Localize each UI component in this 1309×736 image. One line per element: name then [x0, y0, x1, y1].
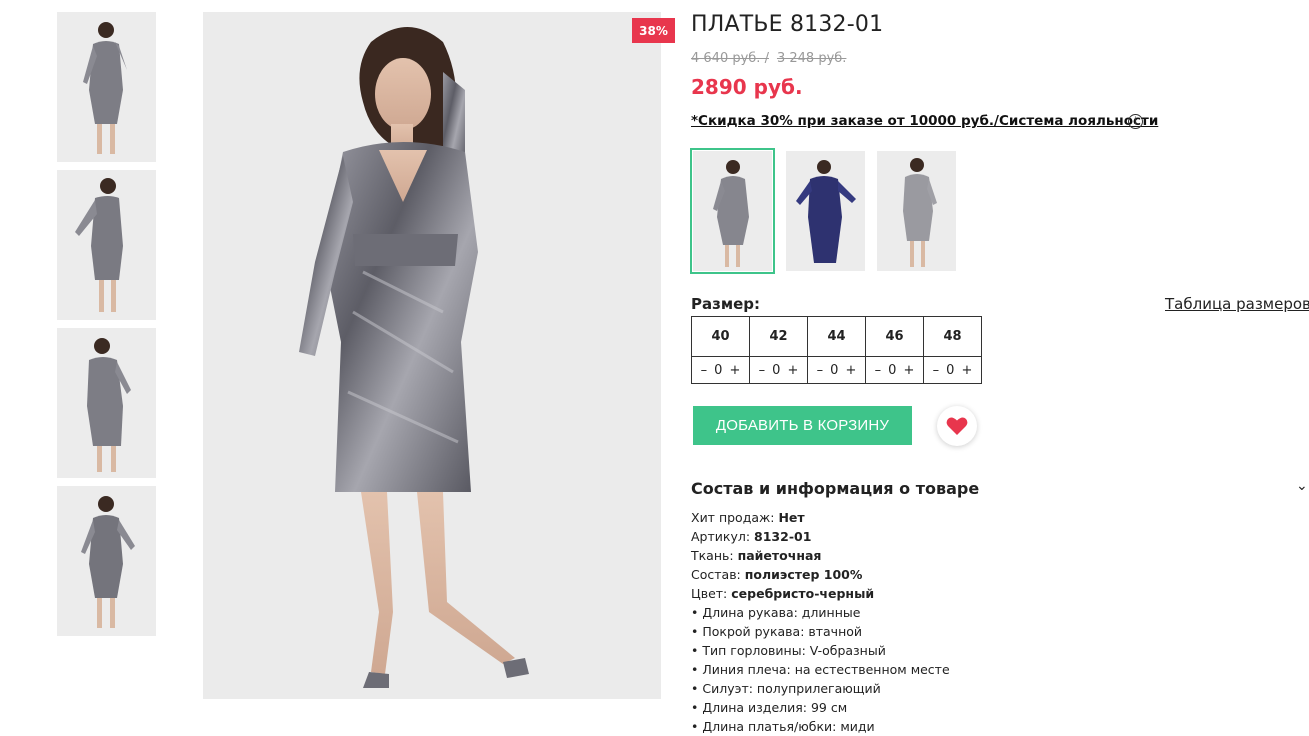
- attr-label: Артикул:: [691, 529, 751, 544]
- qty-stepper-40: –0 +: [691, 356, 750, 384]
- discount-badge: 38%: [632, 18, 675, 43]
- size-cell-46: 46: [865, 316, 924, 357]
- minus-button[interactable]: –: [759, 363, 766, 378]
- bullet-item: • Длина платья/юбки: миди: [691, 719, 875, 734]
- color-swatch-navy[interactable]: [786, 151, 865, 271]
- size-cell-44: 44: [807, 316, 866, 357]
- attr-value: серебристо-черный: [731, 586, 875, 601]
- plus-button[interactable]: +: [787, 363, 798, 378]
- thumbnail-1[interactable]: [57, 12, 156, 162]
- qty-value[interactable]: 0: [830, 363, 838, 378]
- main-product-photo[interactable]: [203, 12, 661, 699]
- plus-button[interactable]: +: [729, 363, 740, 378]
- qty-value[interactable]: 0: [888, 363, 896, 378]
- attr-row-composition: Состав: полиэстер 100%: [691, 565, 950, 584]
- size-cell-42: 42: [749, 316, 808, 357]
- add-to-cart-button[interactable]: ДОБАВИТЬ В КОРЗИНУ: [693, 406, 912, 445]
- favorite-button[interactable]: [937, 406, 977, 446]
- heart-icon: [946, 417, 968, 435]
- size-table-link[interactable]: Таблица размеров: [1165, 295, 1309, 313]
- old-prices: 4 640 руб. / 3 248 руб.: [691, 51, 854, 66]
- attr-value: 8132-01: [754, 529, 812, 544]
- thumbnail-3[interactable]: [57, 328, 156, 478]
- qty-stepper-48: –0 +: [923, 356, 982, 384]
- bullet-item: • Силуэт: полуприлегающий: [691, 681, 881, 696]
- info-icon[interactable]: i: [1128, 114, 1143, 129]
- qty-stepper-44: –0 +: [807, 356, 866, 384]
- old-price-2: 3 248 руб.: [776, 51, 847, 66]
- plus-button[interactable]: +: [903, 363, 914, 378]
- attr-value: полиэстер 100%: [744, 567, 863, 582]
- attr-label: Ткань:: [691, 548, 734, 563]
- chevron-down-icon[interactable]: ⌄: [1296, 478, 1308, 494]
- qty-stepper-42: –0 +: [749, 356, 808, 384]
- qty-value[interactable]: 0: [772, 363, 780, 378]
- current-price: 2890 руб.: [691, 75, 803, 99]
- qty-value[interactable]: 0: [714, 363, 722, 378]
- attr-label: Цвет:: [691, 586, 728, 601]
- bullet-item: • Длина рукава: длинные: [691, 605, 861, 620]
- thumbnail-4[interactable]: [57, 486, 156, 636]
- size-cell-40: 40: [691, 316, 750, 357]
- attr-row-article: Артикул: 8132-01: [691, 527, 950, 546]
- color-swatch-grey[interactable]: [877, 151, 956, 271]
- size-table: 40 42 44 46 48 –0 + –0 + –0 + –0 + –0 +: [691, 316, 982, 384]
- bullet-item: • Линия плеча: на естественном месте: [691, 662, 950, 677]
- product-title: ПЛАТЬЕ 8132-01: [691, 12, 884, 37]
- color-swatch-silver[interactable]: [690, 148, 775, 274]
- attr-label: Хит продаж:: [691, 510, 775, 525]
- minus-button[interactable]: –: [817, 363, 824, 378]
- details-section-title[interactable]: Состав и информация о товаре: [691, 479, 979, 498]
- bullet-item: • Длина изделия: 99 см: [691, 700, 848, 715]
- loyalty-discount-link[interactable]: *Скидка 30% при заказе от 10000 руб./Сис…: [691, 113, 1158, 129]
- qty-stepper-46: –0 +: [865, 356, 924, 384]
- attr-value: пайеточная: [737, 548, 822, 563]
- plus-button[interactable]: +: [845, 363, 856, 378]
- thumbnail-2[interactable]: [57, 170, 156, 320]
- size-cell-48: 48: [923, 316, 982, 357]
- attr-row-hit: Хит продаж: Нет: [691, 508, 950, 527]
- bullet-item: • Тип горловины: V-образный: [691, 643, 886, 658]
- old-price-1: 4 640 руб. /: [691, 51, 769, 66]
- thumbnail-gallery: [57, 12, 157, 644]
- minus-button[interactable]: –: [875, 363, 882, 378]
- bullet-item: • Покрой рукава: втачной: [691, 624, 863, 639]
- attr-label: Состав:: [691, 567, 741, 582]
- product-attributes: Хит продаж: Нет Артикул: 8132-01 Ткань: …: [691, 508, 950, 736]
- minus-button[interactable]: –: [933, 363, 940, 378]
- attr-row-fabric: Ткань: пайеточная: [691, 546, 950, 565]
- size-label: Размер:: [691, 295, 761, 313]
- minus-button[interactable]: –: [701, 363, 708, 378]
- attr-value: Нет: [778, 510, 805, 525]
- qty-value[interactable]: 0: [946, 363, 954, 378]
- attr-row-color: Цвет: серебристо-черный: [691, 584, 950, 603]
- plus-button[interactable]: +: [961, 363, 972, 378]
